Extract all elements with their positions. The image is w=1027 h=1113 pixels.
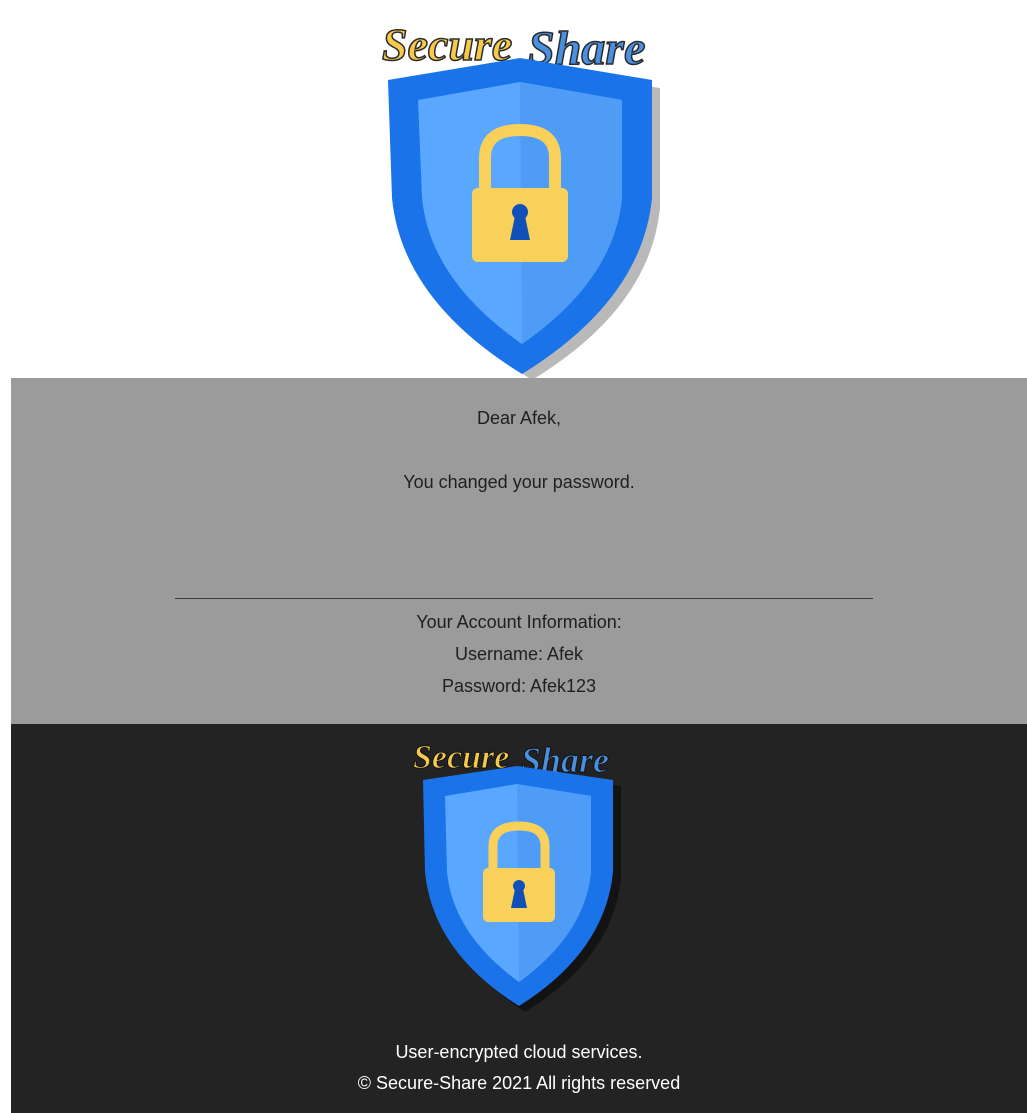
shield-lock-logo-icon: Secure Share	[381, 18, 660, 378]
email-header: Secure Share	[0, 0, 1027, 378]
account-password: Password: Afek123	[441, 676, 597, 696]
account-info-heading: Your Account Information:	[416, 612, 622, 632]
logo-wordmark-secure: Secure	[382, 19, 512, 70]
divider-line	[175, 598, 873, 599]
email-footer: Secure Share User-encrypted cloud servic…	[11, 724, 1027, 1113]
account-username: Username: Afek	[454, 644, 584, 664]
footer-tagline: User-encrypted cloud services.	[395, 1042, 643, 1062]
greeting-text: Dear Afek,	[476, 408, 562, 428]
message-text: You changed your password.	[403, 472, 635, 492]
footer-copyright: © Secure-Share 2021 All rights reserved	[357, 1073, 681, 1093]
footer-shield-lock-logo-icon: Secure Share	[413, 739, 621, 1012]
header-logo: Secure Share	[360, 8, 680, 378]
email-page: Secure Share Dear Afek, You changed your…	[0, 0, 1027, 1113]
email-message-body: Dear Afek, You changed your password. Yo…	[11, 378, 1027, 724]
footer-logo: Secure Share	[399, 728, 639, 1018]
